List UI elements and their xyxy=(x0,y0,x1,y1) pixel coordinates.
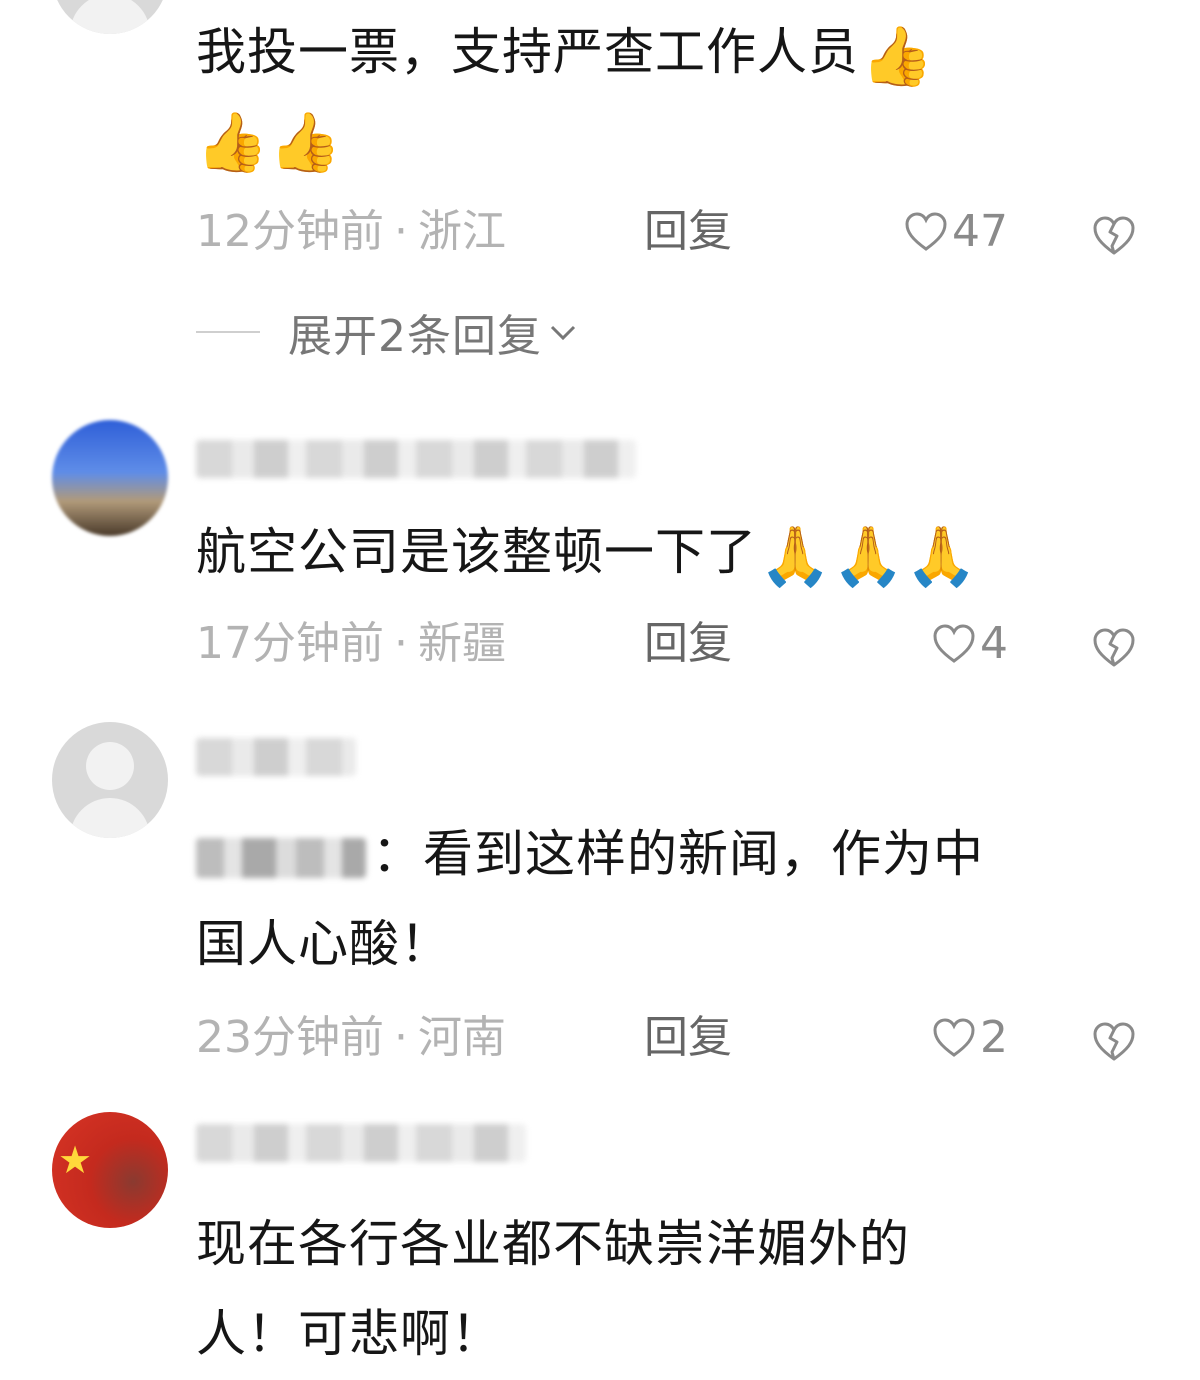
like-count: 47 xyxy=(952,206,1008,257)
dislike-button[interactable] xyxy=(1092,624,1136,684)
comment-text-content: 国人心酸！ xyxy=(196,915,451,973)
broken-heart-icon xyxy=(1093,1022,1135,1061)
thumbs-up-icon: 👍👍 xyxy=(196,107,343,176)
reply-button[interactable]: 回复 xyxy=(644,1008,732,1068)
reply-button[interactable]: 回复 xyxy=(644,202,732,262)
reply-button[interactable]: 回复 xyxy=(644,614,732,674)
comment-meta: 17分钟前 · 新疆 回复 4 xyxy=(196,614,1156,674)
comment-time: 12分钟前 xyxy=(196,206,384,257)
comment-location: 新疆 xyxy=(418,618,506,669)
comment-meta: 23分钟前 · 河南 回复 2 xyxy=(196,1008,1156,1068)
like-count: 2 xyxy=(980,1012,1008,1063)
comment-text: 现在各行各业都不缺崇洋媚外的 xyxy=(196,1198,910,1290)
dislike-button[interactable] xyxy=(1092,1018,1136,1078)
comment-text-content: 航空公司是该整顿一下了 xyxy=(196,523,757,581)
separator: · xyxy=(394,618,408,669)
separator: · xyxy=(394,1012,408,1063)
avatar[interactable] xyxy=(52,722,168,838)
comment-location: 河南 xyxy=(418,1012,506,1063)
comment-text-content: ：看到这样的新闻，作为中 xyxy=(372,825,984,883)
comment-text-content: 人！可悲啊！ xyxy=(196,1305,502,1363)
avatar[interactable] xyxy=(52,0,168,34)
comment-location: 浙江 xyxy=(418,206,506,257)
like-button[interactable]: 2 xyxy=(932,1008,1008,1068)
username-redacted[interactable] xyxy=(196,440,636,478)
expand-replies[interactable]: 展开2条回复 xyxy=(196,300,578,364)
heart-outline-icon xyxy=(905,212,947,251)
broken-heart-icon xyxy=(1093,628,1135,667)
comment-text-line2: 国人心酸！ xyxy=(196,898,451,990)
like-button[interactable]: 4 xyxy=(932,614,1008,674)
broken-heart-icon xyxy=(1093,216,1135,255)
heart-outline-icon xyxy=(933,624,975,663)
like-count: 4 xyxy=(980,618,1008,669)
avatar[interactable] xyxy=(52,420,168,536)
avatar[interactable]: ★ xyxy=(52,1112,168,1228)
dislike-button[interactable] xyxy=(1092,212,1136,272)
comment-time: 23分钟前 xyxy=(196,1012,384,1063)
comment-text: 我投一票，支持严查工作人员👍 xyxy=(196,6,934,98)
comment-text-line2: 人！可悲啊！ xyxy=(196,1288,502,1380)
thumbs-up-icon: 👍 xyxy=(861,21,935,90)
divider xyxy=(196,331,260,333)
username-redacted[interactable] xyxy=(196,738,356,776)
star-icon: ★ xyxy=(58,1138,93,1182)
comment-meta: 12分钟前 · 浙江 回复 47 xyxy=(196,202,1156,262)
username-redacted[interactable] xyxy=(196,1124,526,1162)
like-button[interactable]: 47 xyxy=(904,202,1008,262)
comment-text-content: 我投一票，支持严查工作人员 xyxy=(196,23,859,81)
comment-time: 17分钟前 xyxy=(196,618,384,669)
comment-text: ：看到这样的新闻，作为中 xyxy=(196,808,984,900)
chevron-down-icon xyxy=(548,313,578,351)
folded-hands-icon: 🙏🙏🙏 xyxy=(759,521,979,590)
expand-replies-label: 展开2条回复 xyxy=(288,311,542,362)
heart-outline-icon xyxy=(933,1018,975,1057)
separator: · xyxy=(394,206,408,257)
comment-text-line2: 👍👍 xyxy=(196,92,342,184)
comment-text-content: 现在各行各业都不缺崇洋媚外的 xyxy=(196,1215,910,1273)
comment-text: 航空公司是该整顿一下了🙏🙏🙏 xyxy=(196,506,979,598)
mention-redacted[interactable] xyxy=(196,837,366,878)
